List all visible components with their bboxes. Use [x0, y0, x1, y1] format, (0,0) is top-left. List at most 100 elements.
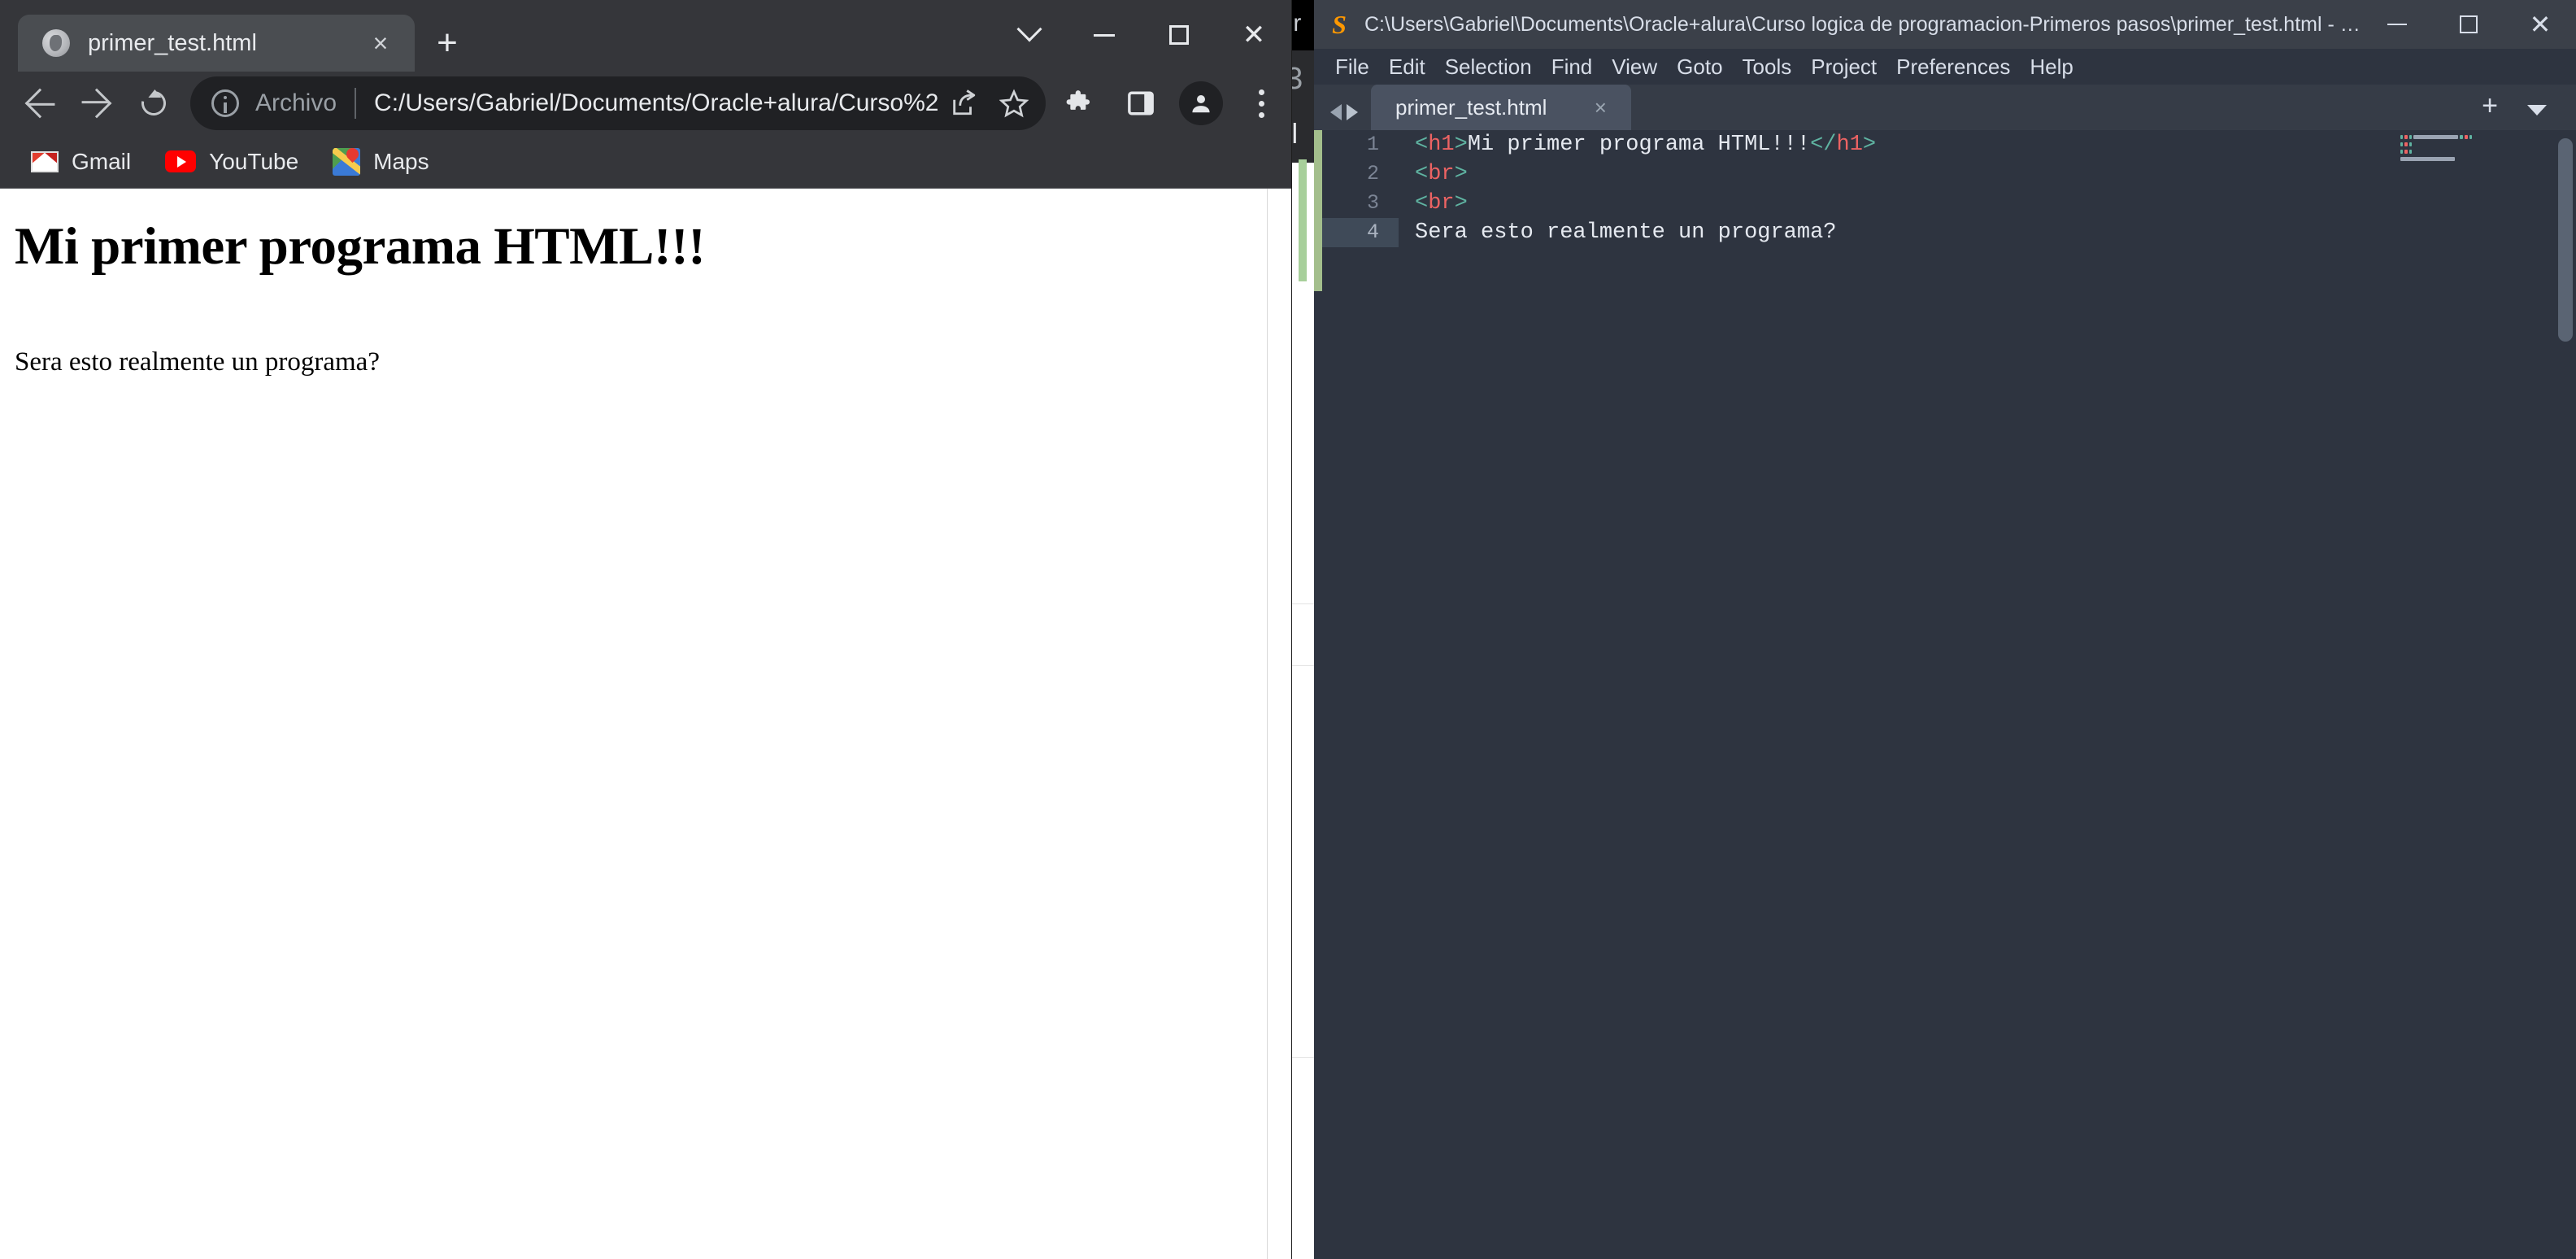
- code-token-tag: br: [1428, 191, 1455, 216]
- address-scheme-label: Archivo: [255, 89, 337, 116]
- minimize-icon[interactable]: [1067, 8, 1142, 62]
- minimap-segment: [2400, 157, 2456, 161]
- close-icon[interactable]: ×: [1584, 95, 1617, 120]
- browser-tab-primer-test[interactable]: primer_test.html ×: [18, 15, 415, 72]
- minimap-segment: [2404, 135, 2408, 139]
- minimap-segment: [2400, 150, 2403, 154]
- code-token-punc: >: [1862, 133, 1877, 157]
- menu-item-project[interactable]: Project: [1801, 49, 1886, 85]
- menu-item-goto[interactable]: Goto: [1667, 49, 1732, 85]
- close-icon[interactable]: ×: [359, 22, 402, 64]
- sublime-tab-label: primer_test.html: [1395, 94, 1547, 120]
- page-paragraph: Sera esto realmente un programa?: [15, 347, 380, 377]
- minimap-line: [2400, 135, 2555, 139]
- minimize-icon[interactable]: [2361, 0, 2433, 49]
- viewport-scrollbar[interactable]: [1267, 189, 1291, 1259]
- info-circle-icon[interactable]: [211, 89, 239, 117]
- chevron-down-icon[interactable]: [2527, 105, 2547, 115]
- code-token-punc: </: [1810, 133, 1837, 157]
- code-token-tag: h1: [1836, 133, 1863, 157]
- line-number: 3: [1366, 191, 1379, 215]
- address-url-text: C:/Users/Gabriel/Documents/Oracle+alura/…: [374, 89, 938, 116]
- editor-accent-stripe: [1314, 130, 1322, 1259]
- youtube-icon: [165, 150, 197, 172]
- editor-minimap[interactable]: [2400, 135, 2555, 1259]
- code-token-text: Sera esto realmente un programa?: [1415, 220, 1837, 245]
- menu-item-find[interactable]: Find: [1542, 49, 1603, 85]
- minimap-line: [2400, 157, 2555, 161]
- line-number: 2: [1366, 162, 1379, 185]
- maximize-icon[interactable]: [1142, 8, 1216, 62]
- avatar-icon[interactable]: [1171, 73, 1231, 133]
- minimap-segment: [2409, 142, 2413, 146]
- minimap-segment: [2404, 142, 2408, 146]
- menu-item-file[interactable]: File: [1325, 49, 1379, 85]
- menu-item-selection[interactable]: Selection: [1435, 49, 1542, 85]
- menu-item-view[interactable]: View: [1602, 49, 1667, 85]
- forward-arrow-icon[interactable]: [68, 75, 125, 132]
- puzzle-icon[interactable]: [1051, 73, 1111, 133]
- chevron-down-icon[interactable]: [992, 8, 1067, 62]
- browser-tabstrip: primer_test.html × + ✕: [0, 0, 1291, 72]
- menu-item-tools[interactable]: Tools: [1733, 49, 1802, 85]
- code-token-punc: >: [1454, 191, 1468, 216]
- code-token-tag: br: [1428, 162, 1455, 186]
- minimap-segment: [2409, 150, 2413, 154]
- reload-icon[interactable]: [125, 75, 182, 132]
- star-icon[interactable]: [989, 78, 1039, 129]
- browser-tab-title: primer_test.html: [88, 29, 257, 56]
- new-tab-button[interactable]: +: [424, 21, 470, 67]
- menu-item-help[interactable]: Help: [2020, 49, 2082, 85]
- code-token-punc: <: [1415, 133, 1429, 157]
- web-page-viewport: Mi primer programa HTML!!! Sera esto rea…: [0, 189, 1291, 1259]
- line-number-active: 4: [1322, 218, 1399, 247]
- close-icon[interactable]: ✕: [2504, 0, 2576, 49]
- chevron-right-icon[interactable]: [1347, 104, 1358, 120]
- sublime-menubar: File Edit Selection Find View Goto Tools…: [1314, 49, 2576, 85]
- editor-code-area[interactable]: <h1>Mi primer programa HTML!!!</h1> <br> <…: [1399, 130, 2576, 1259]
- address-bar[interactable]: Archivo C:/Users/Gabriel/Documents/Oracl…: [190, 76, 1046, 130]
- sublime-text-logo: S: [1325, 10, 1353, 39]
- bookmark-youtube[interactable]: YouTube: [150, 141, 313, 183]
- tab-scroll-arrows[interactable]: [1314, 104, 1371, 130]
- maximize-icon[interactable]: [2433, 0, 2504, 49]
- background-accent-bar: [1299, 159, 1307, 281]
- chevron-left-icon[interactable]: [1330, 104, 1342, 120]
- minimap-line: [2400, 150, 2555, 154]
- bookmark-label: Maps: [373, 148, 429, 174]
- sublime-titlebar: S C:\Users\Gabriel\Documents\Oracle+alur…: [1314, 0, 2576, 49]
- minimap-line: [2400, 142, 2555, 146]
- minimap-segment: [2459, 135, 2463, 139]
- bookmark-label: Gmail: [72, 148, 132, 174]
- minimap-segment: [2413, 135, 2458, 139]
- side-panel-icon[interactable]: [1111, 73, 1171, 133]
- menu-item-preferences[interactable]: Preferences: [1886, 49, 2020, 85]
- gmail-icon: [31, 150, 59, 172]
- kebab-menu-icon[interactable]: [1231, 73, 1291, 133]
- close-icon[interactable]: ✕: [1216, 8, 1291, 62]
- back-arrow-icon[interactable]: [11, 75, 68, 132]
- share-icon[interactable]: [938, 78, 989, 129]
- browser-window-controls: ✕: [992, 8, 1291, 62]
- minimap-segment: [2404, 150, 2408, 154]
- sublime-text-window[interactable]: S C:\Users\Gabriel\Documents\Oracle+alur…: [1314, 0, 2576, 1259]
- google-maps-icon: [333, 147, 361, 176]
- editor-scrollbar[interactable]: [2558, 138, 2573, 342]
- bookmark-gmail[interactable]: Gmail: [16, 141, 146, 183]
- minimap-segment: [2400, 135, 2403, 139]
- code-token-punc: <: [1415, 191, 1429, 216]
- code-token-punc: <: [1415, 162, 1429, 186]
- globe-icon: [42, 29, 70, 57]
- sublime-tab-primer-test[interactable]: primer_test.html ×: [1371, 85, 1631, 130]
- minimap-segment: [2400, 142, 2403, 146]
- menu-item-edit[interactable]: Edit: [1379, 49, 1435, 85]
- bookmark-label: YouTube: [209, 148, 299, 174]
- sublime-tabbar: primer_test.html × +: [1314, 85, 2576, 130]
- new-tab-button[interactable]: +: [2482, 90, 2498, 122]
- sublime-editor[interactable]: 1 2 3 4 <h1>Mi primer programa HTML!!!</…: [1314, 130, 2576, 1259]
- bookmark-maps[interactable]: Maps: [318, 141, 443, 183]
- browser-toolbar: Archivo C:/Users/Gabriel/Documents/Oracl…: [0, 72, 1291, 135]
- editor-gutter: 1 2 3 4: [1322, 130, 1399, 1259]
- chrome-browser-window[interactable]: primer_test.html × + ✕ Archivo C:/Users/…: [0, 0, 1291, 1259]
- sublime-window-title: C:\Users\Gabriel\Documents\Oracle+alura\…: [1364, 12, 2361, 36]
